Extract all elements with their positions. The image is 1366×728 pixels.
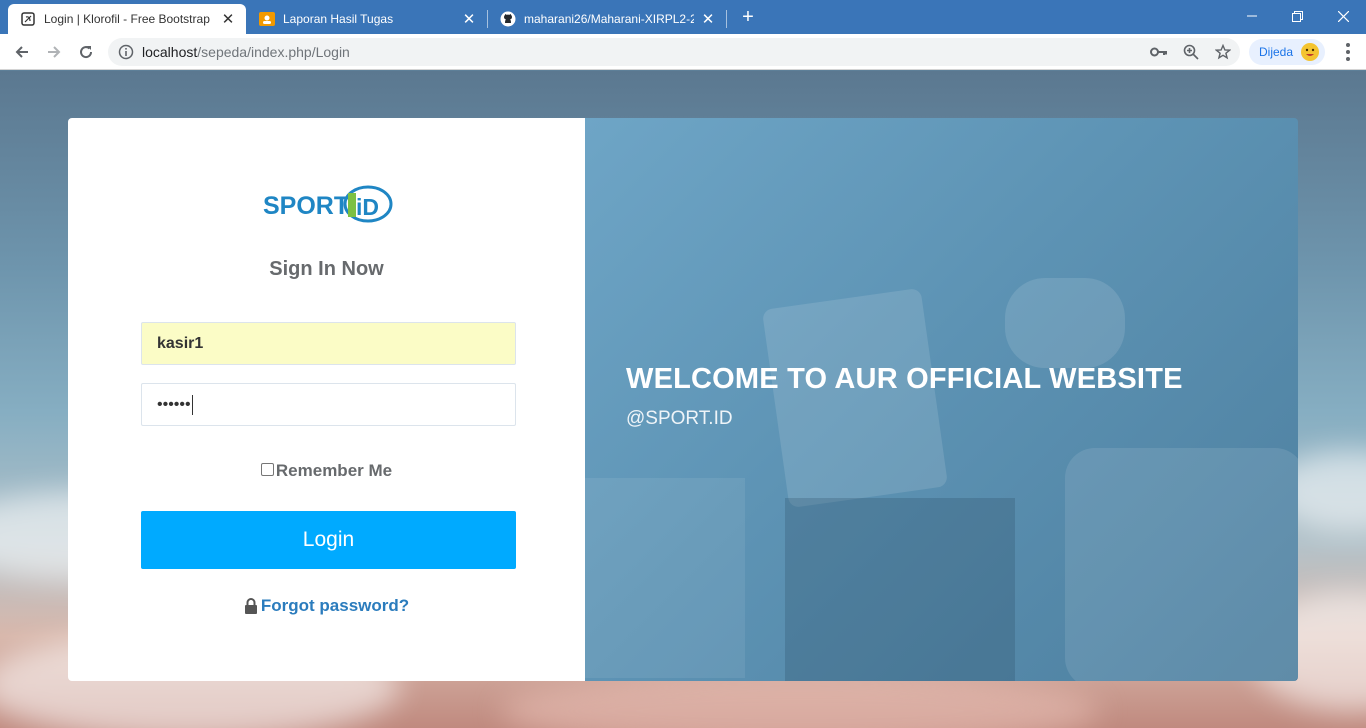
leaf-icon bbox=[20, 11, 36, 27]
tab-laporan[interactable]: Laporan Hasil Tugas ✕ bbox=[247, 4, 487, 34]
close-tab-icon[interactable]: ✕ bbox=[700, 11, 716, 28]
forgot-password-link[interactable]: Forgot password? bbox=[68, 596, 585, 616]
bookmark-star-icon[interactable] bbox=[1214, 42, 1232, 62]
zoom-icon[interactable] bbox=[1182, 42, 1200, 62]
login-panel: SPORT iD Sign In Now kasir1 •••••• Remem… bbox=[68, 118, 585, 681]
page-background: SPORT iD Sign In Now kasir1 •••••• Remem… bbox=[0, 71, 1366, 728]
tab-separator bbox=[726, 10, 727, 28]
forgot-password-label[interactable]: Forgot password? bbox=[261, 596, 409, 616]
tab-login[interactable]: Login | Klorofil - Free Bootstrap D ✕ bbox=[8, 4, 246, 34]
remember-me-checkbox[interactable] bbox=[260, 462, 274, 476]
password-mask: •••••• bbox=[157, 395, 191, 413]
logo-text: SPORT bbox=[263, 192, 349, 220]
login-button[interactable]: Login bbox=[141, 511, 516, 569]
tab-strip: Login | Klorofil - Free Bootstrap D ✕ La… bbox=[0, 0, 1366, 34]
browser-toolbar: localhost/sepeda/index.php/Login Dijeda bbox=[0, 34, 1366, 70]
username-input[interactable]: kasir1 bbox=[141, 322, 516, 365]
close-window-icon[interactable] bbox=[1320, 0, 1366, 32]
tab-github[interactable]: maharani26/Maharani-XIRPL2-22 ✕ bbox=[488, 4, 726, 34]
tab-title: Laporan Hasil Tugas bbox=[283, 12, 394, 26]
minimize-icon[interactable] bbox=[1229, 0, 1275, 32]
tablet-decoration bbox=[761, 287, 949, 509]
url-path: /sepeda/index.php/Login bbox=[197, 44, 350, 60]
hero-panel: WELCOME TO AUR OFFICIAL WEBSITE @SPORT.I… bbox=[585, 118, 1298, 681]
logo-badge: iD bbox=[356, 194, 379, 220]
profile-button[interactable]: Dijeda bbox=[1249, 39, 1325, 65]
shirt-decoration bbox=[1065, 448, 1298, 681]
profile-label: Dijeda bbox=[1259, 45, 1294, 59]
new-tab-icon[interactable]: + bbox=[737, 6, 759, 28]
tab-title: maharani26/Maharani-XIRPL2-22 bbox=[524, 12, 694, 26]
close-tab-icon[interactable]: ✕ bbox=[220, 11, 236, 28]
github-icon bbox=[500, 11, 516, 27]
remember-me-label[interactable]: Remember Me bbox=[276, 461, 392, 481]
sportid-logo: SPORT iD bbox=[263, 183, 393, 225]
forward-icon[interactable] bbox=[40, 38, 68, 66]
login-card: SPORT iD Sign In Now kasir1 •••••• Remem… bbox=[68, 118, 1298, 681]
back-icon[interactable] bbox=[8, 38, 36, 66]
menu-icon[interactable] bbox=[1338, 38, 1358, 66]
welcome-heading: WELCOME TO AUR OFFICIAL WEBSITE bbox=[626, 363, 1183, 395]
password-input[interactable]: •••••• bbox=[141, 383, 516, 426]
remember-me-row: Remember Me bbox=[68, 461, 585, 481]
avatar bbox=[1301, 43, 1320, 61]
page-title: Sign In Now bbox=[269, 258, 384, 280]
welcome-tagline: @SPORT.ID bbox=[626, 408, 733, 429]
lock-icon bbox=[244, 598, 258, 614]
restore-icon[interactable] bbox=[1274, 0, 1320, 32]
key-icon[interactable] bbox=[1150, 42, 1168, 62]
hand-decoration bbox=[1005, 278, 1125, 368]
classroom-icon bbox=[259, 11, 275, 27]
info-icon[interactable] bbox=[118, 44, 134, 60]
sleeve-decoration bbox=[585, 478, 745, 678]
url-host: localhost bbox=[142, 44, 198, 60]
address-bar[interactable]: localhost/sepeda/index.php/Login bbox=[108, 38, 1240, 66]
reload-icon[interactable] bbox=[72, 38, 100, 66]
close-tab-icon[interactable]: ✕ bbox=[461, 11, 477, 28]
tab-title: Login | Klorofil - Free Bootstrap D bbox=[44, 12, 214, 26]
text-cursor bbox=[191, 394, 193, 415]
shadow-decoration bbox=[785, 498, 1015, 681]
